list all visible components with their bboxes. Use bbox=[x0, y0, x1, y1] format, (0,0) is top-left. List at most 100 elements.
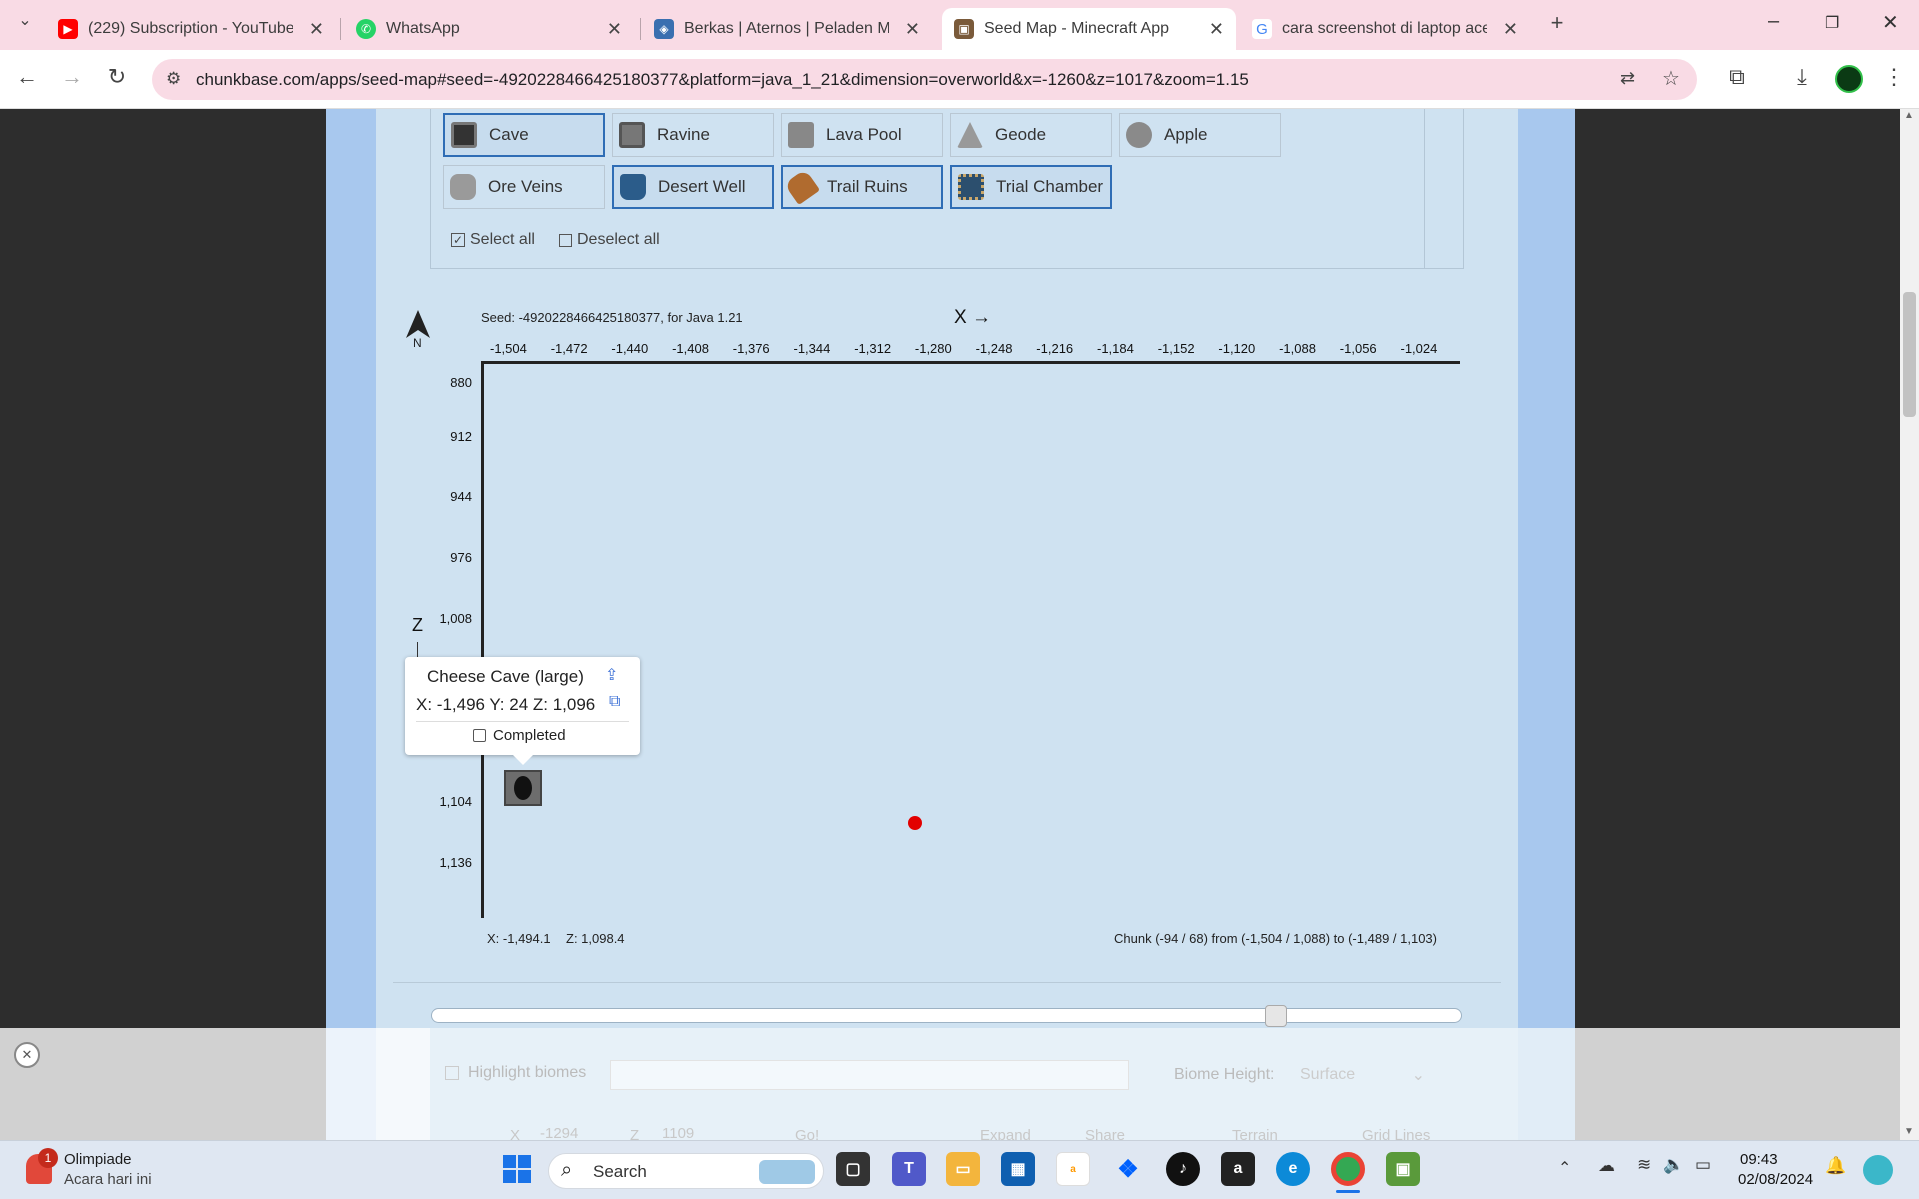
back-icon[interactable]: ← bbox=[12, 64, 42, 90]
tab-search-chevron-icon[interactable]: ⌄ bbox=[10, 10, 40, 30]
feature-toggle-geode[interactable]: Geode bbox=[950, 113, 1112, 157]
ore-veins-icon bbox=[450, 174, 476, 200]
zoom-slider-handle[interactable] bbox=[1265, 1005, 1287, 1027]
tab-seed-map[interactable]: ▣ Seed Map - Minecraft App ✕ bbox=[942, 8, 1236, 50]
tab-title: WhatsApp bbox=[386, 20, 460, 37]
copy-icon[interactable]: ⧉ bbox=[609, 693, 620, 711]
taskbar-search-label: Search bbox=[593, 1162, 647, 1181]
microsoft-store-icon[interactable]: ▦ bbox=[1001, 1152, 1035, 1186]
close-icon[interactable]: ✕ bbox=[905, 19, 920, 40]
highlight-biomes-toggle[interactable]: Highlight biomes bbox=[445, 1064, 586, 1082]
taskbar-search[interactable]: ⌕ Search bbox=[548, 1153, 824, 1189]
z-tick-label: 912 bbox=[450, 429, 472, 444]
extensions-icon[interactable]: ⧉ bbox=[1722, 64, 1752, 90]
close-icon[interactable]: ✕ bbox=[1503, 19, 1518, 40]
amazon-icon[interactable]: a bbox=[1056, 1152, 1090, 1186]
zoom-slider[interactable] bbox=[431, 1005, 1462, 1027]
z-tick-label: 944 bbox=[450, 489, 472, 504]
new-tab-icon[interactable]: + bbox=[1542, 10, 1572, 36]
translate-icon[interactable]: ⇄ bbox=[1620, 68, 1635, 89]
minecraft-icon[interactable]: ▣ bbox=[1386, 1152, 1420, 1186]
page-scrollbar-thumb[interactable] bbox=[1903, 292, 1916, 417]
tab-google[interactable]: G cara screenshot di laptop acer ✕ bbox=[1240, 8, 1530, 50]
reload-icon[interactable]: ↻ bbox=[102, 64, 132, 90]
volume-icon[interactable]: 🔈 bbox=[1663, 1155, 1684, 1175]
feature-label: Trial Chamber bbox=[996, 177, 1104, 196]
forward-icon[interactable]: → bbox=[57, 64, 87, 90]
download-icon[interactable]: ⤓ bbox=[1787, 64, 1817, 90]
popup-coords: X: -1,496 Y: 24 Z: 1,096 bbox=[416, 695, 596, 714]
scroll-down-icon[interactable]: ▼ bbox=[1904, 1126, 1914, 1137]
feature-label: Cave bbox=[489, 125, 529, 144]
tab-whatsapp[interactable]: ✆ WhatsApp ✕ bbox=[344, 8, 634, 50]
map-controls-overlay: ✕ Highlight biomes Biome Height: Surface… bbox=[0, 1028, 1900, 1144]
map-canvas[interactable] bbox=[484, 364, 1460, 918]
desert-well-icon bbox=[620, 174, 646, 200]
map-center-marker bbox=[908, 816, 922, 830]
battery-icon[interactable]: ▭ bbox=[1695, 1155, 1711, 1175]
page-scrollbar[interactable] bbox=[1900, 109, 1919, 1140]
window-close-icon[interactable]: ✕ bbox=[1882, 10, 1899, 35]
copilot-icon[interactable] bbox=[1863, 1155, 1893, 1185]
x-tick-label: -1,376 bbox=[732, 341, 770, 356]
feature-toggle-apple[interactable]: Apple bbox=[1119, 113, 1281, 157]
edge-icon[interactable]: e bbox=[1276, 1152, 1310, 1186]
close-icon[interactable]: ✕ bbox=[309, 19, 324, 40]
tab-aternos[interactable]: ◈ Berkas | Aternos | Peladen Mine ✕ bbox=[642, 8, 932, 50]
clock-time[interactable]: 09:43 bbox=[1740, 1151, 1778, 1168]
tab-strip: ⌄ ▶ (229) Subscription - YouTube ✕ ✆ Wha… bbox=[0, 0, 1919, 50]
onedrive-icon[interactable]: ☁ bbox=[1598, 1156, 1615, 1176]
feature-toggle-ravine[interactable]: Ravine bbox=[612, 113, 774, 157]
trail-ruins-icon bbox=[783, 168, 821, 206]
menu-kebab-icon[interactable]: ⋮ bbox=[1879, 64, 1909, 90]
close-overlay-icon[interactable]: ✕ bbox=[14, 1042, 40, 1068]
tab-title: Seed Map - Minecraft App bbox=[984, 20, 1169, 37]
feature-toggle-cave[interactable]: Cave bbox=[443, 113, 605, 157]
checkbox-empty-icon bbox=[473, 729, 486, 742]
address-bar[interactable]: ⚙ chunkbase.com/apps/seed-map#seed=-4920… bbox=[152, 59, 1697, 100]
deselect-all-button[interactable]: Deselect all bbox=[559, 231, 660, 249]
search-icon: ⌕ bbox=[561, 1159, 573, 1181]
teams-icon[interactable]: T bbox=[892, 1152, 926, 1186]
cave-marker[interactable] bbox=[504, 770, 542, 806]
share-icon[interactable]: ⇪ bbox=[605, 665, 618, 685]
completed-checkbox[interactable]: Completed bbox=[473, 727, 566, 744]
profile-avatar[interactable] bbox=[1835, 65, 1863, 93]
google-icon: G bbox=[1252, 19, 1272, 39]
x-tick-label: -1,472 bbox=[550, 341, 588, 356]
x-tick-label: -1,248 bbox=[975, 341, 1013, 356]
x-tick-label: -1,504 bbox=[490, 341, 527, 356]
file-explorer-icon[interactable]: ▭ bbox=[946, 1152, 980, 1186]
feature-toggle-trial-chamber[interactable]: Trial Chamber bbox=[950, 165, 1112, 209]
feature-toggle-trail-ruins[interactable]: Trail Ruins bbox=[781, 165, 943, 209]
wifi-icon[interactable]: ≋ bbox=[1637, 1155, 1651, 1175]
bookmark-star-icon[interactable]: ☆ bbox=[1662, 66, 1680, 91]
close-icon[interactable]: ✕ bbox=[1209, 19, 1224, 40]
restore-icon[interactable]: ❐ bbox=[1825, 13, 1839, 33]
ravine-icon bbox=[619, 122, 645, 148]
minimize-icon[interactable]: – bbox=[1768, 10, 1779, 33]
chrome-icon[interactable] bbox=[1331, 1152, 1365, 1186]
clock-date[interactable]: 02/08/2024 bbox=[1738, 1171, 1813, 1188]
tray-chevron-icon[interactable]: ⌃ bbox=[1558, 1158, 1571, 1178]
decorative-border-left bbox=[326, 109, 376, 1140]
amazon-app-icon[interactable]: a bbox=[1221, 1152, 1255, 1186]
feature-toggle-desert-well[interactable]: Desert Well bbox=[612, 165, 774, 209]
tiktok-icon[interactable]: ♪ bbox=[1166, 1152, 1200, 1186]
feature-toggle-lava-pool[interactable]: Lava Pool bbox=[781, 113, 943, 157]
feature-toggle-ore-veins[interactable]: Ore Veins bbox=[443, 165, 605, 209]
site-settings-icon[interactable]: ⚙ bbox=[166, 69, 181, 89]
scroll-up-icon[interactable]: ▲ bbox=[1904, 110, 1914, 121]
biome-search-input[interactable] bbox=[610, 1060, 1129, 1090]
z-tick-label: 976 bbox=[450, 550, 472, 565]
dropbox-icon[interactable]: ❖ bbox=[1111, 1152, 1145, 1186]
widget-title[interactable]: Olimpiade bbox=[64, 1151, 132, 1168]
task-view-icon[interactable]: ▢ bbox=[836, 1152, 870, 1186]
select-all-button[interactable]: ✓ Select all bbox=[451, 231, 535, 249]
tab-youtube[interactable]: ▶ (229) Subscription - YouTube ✕ bbox=[46, 8, 336, 50]
biome-height-select[interactable]: Surface ⌄ bbox=[1290, 1060, 1435, 1090]
windows-start-icon[interactable] bbox=[503, 1155, 531, 1183]
close-icon[interactable]: ✕ bbox=[607, 19, 622, 40]
decorative-border-right bbox=[1518, 109, 1575, 1140]
notification-bell-icon[interactable]: 🔔 bbox=[1825, 1156, 1846, 1176]
